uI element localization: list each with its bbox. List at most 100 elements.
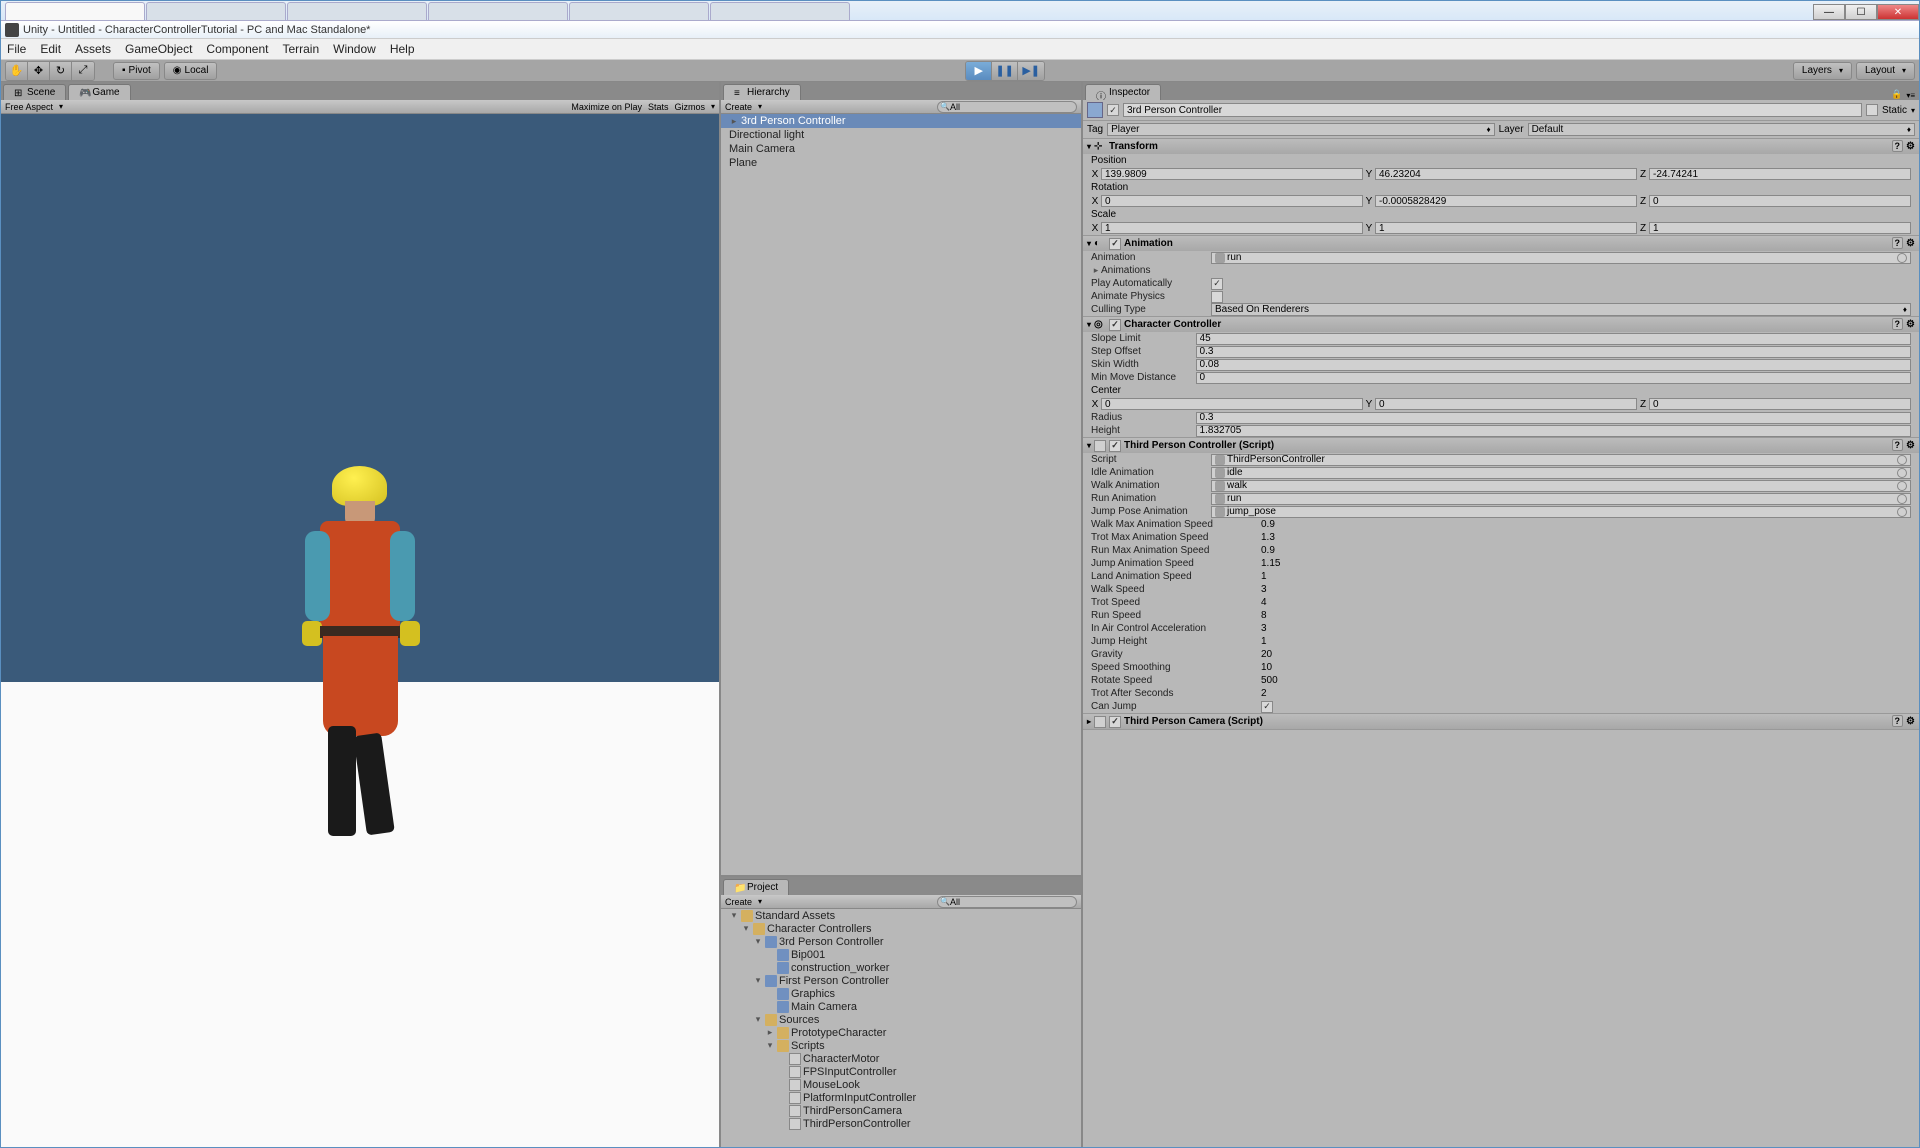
- canjump-checkbox[interactable]: ✓: [1261, 701, 1273, 713]
- tree-item[interactable]: ▾Standard Assets: [721, 909, 1081, 922]
- object-picker-icon[interactable]: [1897, 481, 1907, 491]
- hand-tool[interactable]: ✋: [6, 62, 28, 80]
- animate-physics-checkbox[interactable]: [1211, 291, 1223, 303]
- runspeed-value[interactable]: 8: [1261, 610, 1911, 621]
- project-create[interactable]: Create: [725, 897, 752, 907]
- scale-z[interactable]: [1649, 222, 1911, 234]
- enabled-checkbox[interactable]: ✓: [1109, 238, 1121, 250]
- browser-tab[interactable]: [428, 2, 568, 20]
- min-move-input[interactable]: [1196, 372, 1911, 384]
- menu-assets[interactable]: Assets: [75, 42, 111, 56]
- gravity-value[interactable]: 20: [1261, 649, 1911, 660]
- tree-item[interactable]: ThirdPersonController: [721, 1117, 1081, 1130]
- tree-item[interactable]: ▾First Person Controller: [721, 974, 1081, 987]
- hierarchy-item[interactable]: ▸3rd Person Controller: [721, 114, 1081, 128]
- jumpheight-value[interactable]: 1: [1261, 636, 1911, 647]
- gear-icon[interactable]: [1906, 440, 1915, 451]
- walkmax-value[interactable]: 0.9: [1261, 519, 1911, 530]
- hierarchy-item[interactable]: Main Camera: [721, 142, 1081, 156]
- rotation-y[interactable]: [1375, 195, 1637, 207]
- trotspeed-value[interactable]: 4: [1261, 597, 1911, 608]
- tab-inspector[interactable]: ⓘInspector: [1085, 84, 1161, 100]
- center-y[interactable]: [1375, 398, 1637, 410]
- tree-item[interactable]: Bip001: [721, 948, 1081, 961]
- idle-anim-ref[interactable]: idle: [1211, 467, 1911, 479]
- step-button[interactable]: ▶❚: [1018, 62, 1044, 80]
- tree-item[interactable]: FPSInputController: [721, 1065, 1081, 1078]
- tree-item[interactable]: PlatformInputController: [721, 1091, 1081, 1104]
- radius-input[interactable]: [1196, 412, 1911, 424]
- tree-item[interactable]: Graphics: [721, 987, 1081, 1000]
- stats-button[interactable]: Stats: [648, 102, 669, 112]
- gizmos-dropdown[interactable]: Gizmos: [674, 102, 705, 112]
- tree-item[interactable]: ThirdPersonCamera: [721, 1104, 1081, 1117]
- skin-width-input[interactable]: [1196, 359, 1911, 371]
- hierarchy-item[interactable]: Plane: [721, 156, 1081, 170]
- browser-tab[interactable]: [146, 2, 286, 20]
- tag-dropdown[interactable]: Player♦: [1107, 123, 1494, 136]
- close-button[interactable]: ✕: [1877, 4, 1919, 20]
- menu-file[interactable]: File: [7, 42, 26, 56]
- tree-item[interactable]: ▾Character Controllers: [721, 922, 1081, 935]
- play-auto-checkbox[interactable]: ✓: [1211, 278, 1223, 290]
- tree-item[interactable]: MouseLook: [721, 1078, 1081, 1091]
- hierarchy-create[interactable]: Create: [725, 102, 752, 112]
- collapse-icon[interactable]: ▸: [1087, 717, 1091, 726]
- gear-icon[interactable]: [1906, 716, 1915, 727]
- aspect-dropdown[interactable]: Free Aspect: [5, 102, 53, 112]
- script-ref[interactable]: ThirdPersonController: [1211, 454, 1911, 466]
- rotation-z[interactable]: [1649, 195, 1911, 207]
- culling-dropdown[interactable]: Based On Renderers♦: [1211, 303, 1911, 316]
- object-picker-icon[interactable]: [1897, 455, 1907, 465]
- tree-item[interactable]: CharacterMotor: [721, 1052, 1081, 1065]
- runmax-value[interactable]: 0.9: [1261, 545, 1911, 556]
- scale-x[interactable]: [1101, 222, 1363, 234]
- trotmax-value[interactable]: 1.3: [1261, 532, 1911, 543]
- gear-icon[interactable]: [1906, 141, 1915, 152]
- tab-hierarchy[interactable]: ≡Hierarchy: [723, 84, 801, 100]
- minimize-button[interactable]: —: [1813, 4, 1845, 20]
- enabled-checkbox[interactable]: ✓: [1109, 440, 1121, 452]
- enabled-checkbox[interactable]: ✓: [1109, 319, 1121, 331]
- menu-component[interactable]: Component: [206, 42, 268, 56]
- position-z[interactable]: [1649, 168, 1911, 180]
- tree-item[interactable]: ▸PrototypeCharacter: [721, 1026, 1081, 1039]
- browser-tab[interactable]: [5, 2, 145, 20]
- walkspeed-value[interactable]: 3: [1261, 584, 1911, 595]
- collapse-icon[interactable]: ▾: [1087, 320, 1091, 329]
- browser-tab[interactable]: [569, 2, 709, 20]
- static-checkbox[interactable]: [1866, 104, 1878, 116]
- animation-ref[interactable]: run: [1211, 252, 1911, 264]
- browser-tab[interactable]: [710, 2, 850, 20]
- tree-item[interactable]: ▾3rd Person Controller: [721, 935, 1081, 948]
- hierarchy-item[interactable]: Directional light: [721, 128, 1081, 142]
- object-picker-icon[interactable]: [1897, 468, 1907, 478]
- move-tool[interactable]: ✥: [28, 62, 50, 80]
- tab-scene[interactable]: ⊞Scene: [3, 84, 66, 100]
- active-checkbox[interactable]: ✓: [1107, 104, 1119, 116]
- tree-item[interactable]: Main Camera: [721, 1000, 1081, 1013]
- tab-game[interactable]: 🎮Game: [68, 84, 130, 100]
- rotation-x[interactable]: [1101, 195, 1363, 207]
- panel-menu-icon[interactable]: ▾≡: [1902, 91, 1919, 100]
- tab-project[interactable]: 📁Project: [723, 879, 789, 895]
- pivot-button[interactable]: ▪Pivot: [113, 62, 160, 80]
- slope-limit-input[interactable]: [1196, 333, 1911, 345]
- help-icon[interactable]: [1892, 716, 1904, 727]
- maximize-button[interactable]: ☐: [1845, 4, 1877, 20]
- object-name-input[interactable]: [1123, 103, 1862, 117]
- center-x[interactable]: [1101, 398, 1363, 410]
- height-input[interactable]: [1196, 425, 1911, 437]
- scale-tool[interactable]: ⤢: [72, 62, 94, 80]
- menu-gameobject[interactable]: GameObject: [125, 42, 192, 56]
- browser-tab[interactable]: [287, 2, 427, 20]
- tree-item[interactable]: construction_worker: [721, 961, 1081, 974]
- menu-window[interactable]: Window: [333, 42, 376, 56]
- lock-icon[interactable]: [1891, 88, 1902, 100]
- trotafter-value[interactable]: 2: [1261, 688, 1911, 699]
- gear-icon[interactable]: [1906, 238, 1915, 249]
- walk-anim-ref[interactable]: walk: [1211, 480, 1911, 492]
- position-x[interactable]: [1101, 168, 1363, 180]
- play-button[interactable]: ▶: [966, 62, 992, 80]
- expand-icon[interactable]: ▸: [1091, 265, 1101, 276]
